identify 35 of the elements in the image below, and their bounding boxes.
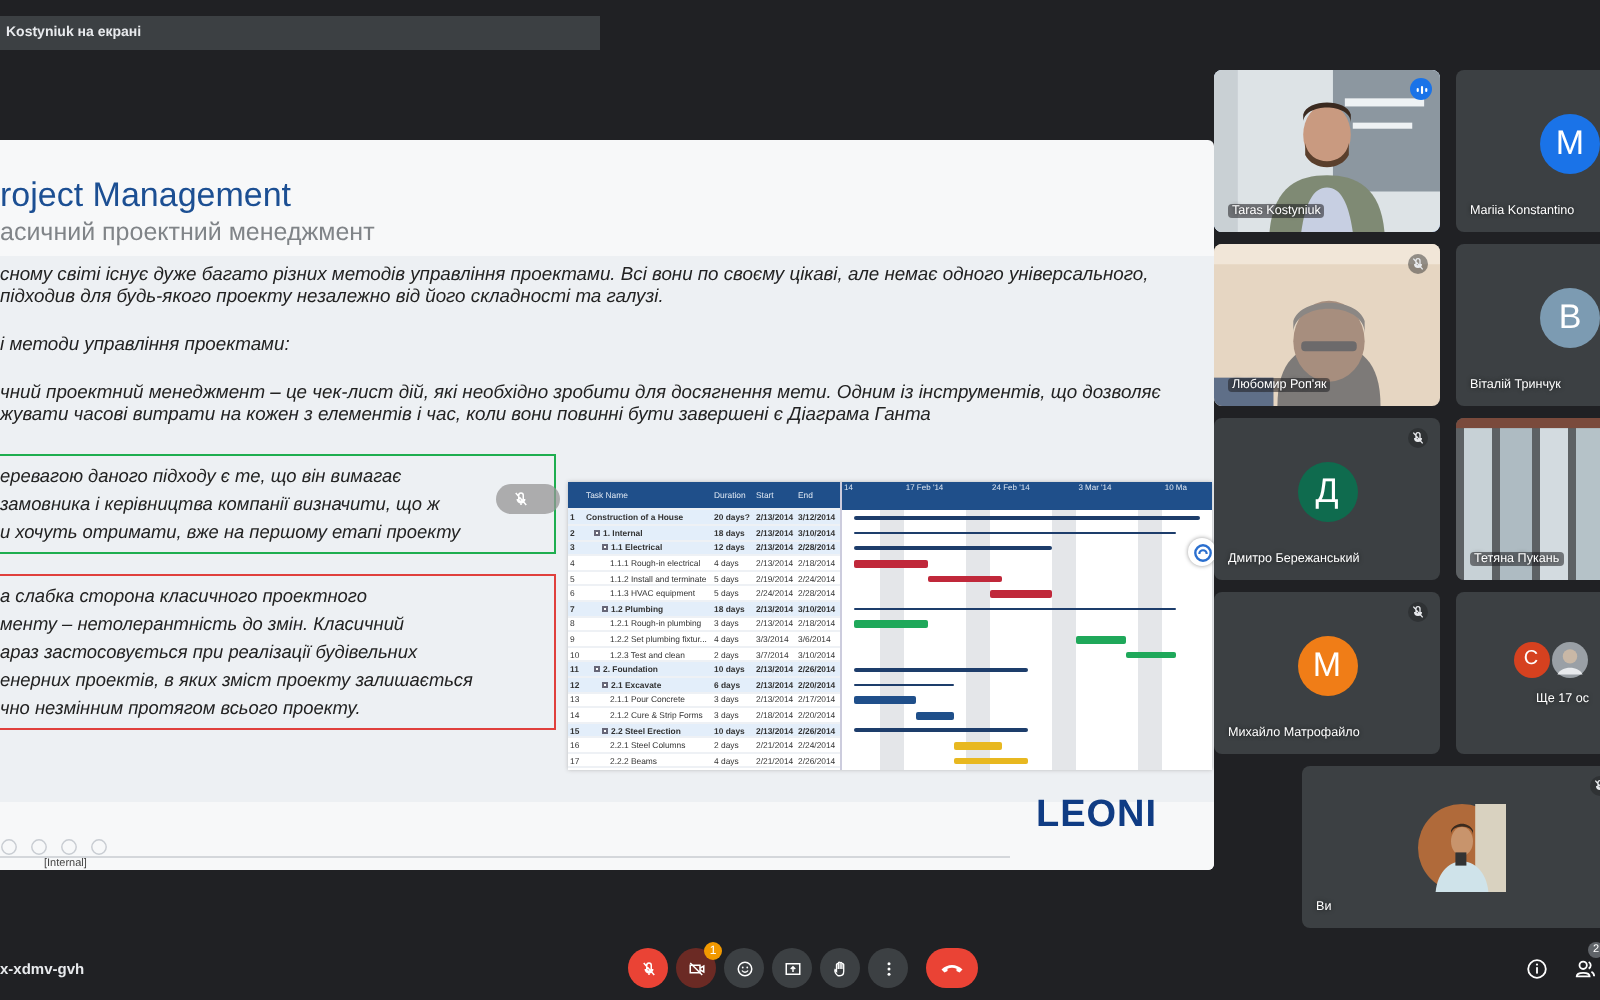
end-call-button[interactable] [926,948,978,988]
slide-paragraph: і методи управління проектами: [0,332,292,354]
smiley-icon [735,959,753,977]
slide-subtitle: асичний проектний менеджмент [0,216,377,248]
presenter-pill[interactable] [496,484,560,514]
company-logo: LEONI [1036,794,1158,838]
slide-paragraph: сному світі існує дуже багато різних методів управління проектами. Всі вони по своєму цікаві, але немає одного універсального, підходив для будь-якого проекту незалежно від його складності та галузі. [0,262,1151,306]
mic-off-icon [639,959,657,977]
microphone-button[interactable] [628,948,668,988]
callout-box: а слабка сторона класичного проектного менту – нетолерантність до змін. Класичний араз застосовується при реалізації будівельних енерних проектів, в яких зміст проекту залишається чно незмінним протягом всього проекту. [0,574,556,730]
collapse-box-icon[interactable] [594,666,600,673]
hand-icon [831,959,849,977]
avatar: Д [1297,461,1357,521]
people-icon[interactable] [1574,957,1596,979]
avatar: В [1540,287,1600,347]
camera-off-icon [687,959,705,977]
reaction-button[interactable] [724,948,764,988]
collapse-box-icon[interactable] [602,727,608,733]
slide-paragraph: чний проектний менеджмент – це чек-лист дій, які необхідно зробити для досягнення мети. Одним із інструментів, що дозволяє жувати часові витрати на кожен з елементів і час, коли вони повинні бути завершені є Діаграма Ганта [0,380,1163,424]
collapse-box-icon[interactable] [602,544,608,551]
assist-icon[interactable] [1188,538,1214,566]
present-button[interactable] [772,948,812,988]
collapse-box-icon[interactable] [602,681,608,688]
info-icon[interactable] [1526,957,1548,979]
avatar: С [1513,641,1549,677]
collapse-box-icon[interactable] [594,529,600,536]
present-screen-icon [783,959,801,977]
mic-off-icon [512,490,530,508]
collapse-box-icon[interactable] [602,605,608,612]
raise-hand-button[interactable] [820,948,860,988]
slide-title: roject Management [0,176,294,216]
avatar: М [1297,635,1357,695]
avatar: M [1540,113,1600,173]
hang-up-icon [940,960,964,976]
callout-box: еревагою даного підходу є те, що він вимагає замовника і керівництва компанії визначити, що ж и хочуть отримати, вже на першому етапі проекту [0,454,556,554]
